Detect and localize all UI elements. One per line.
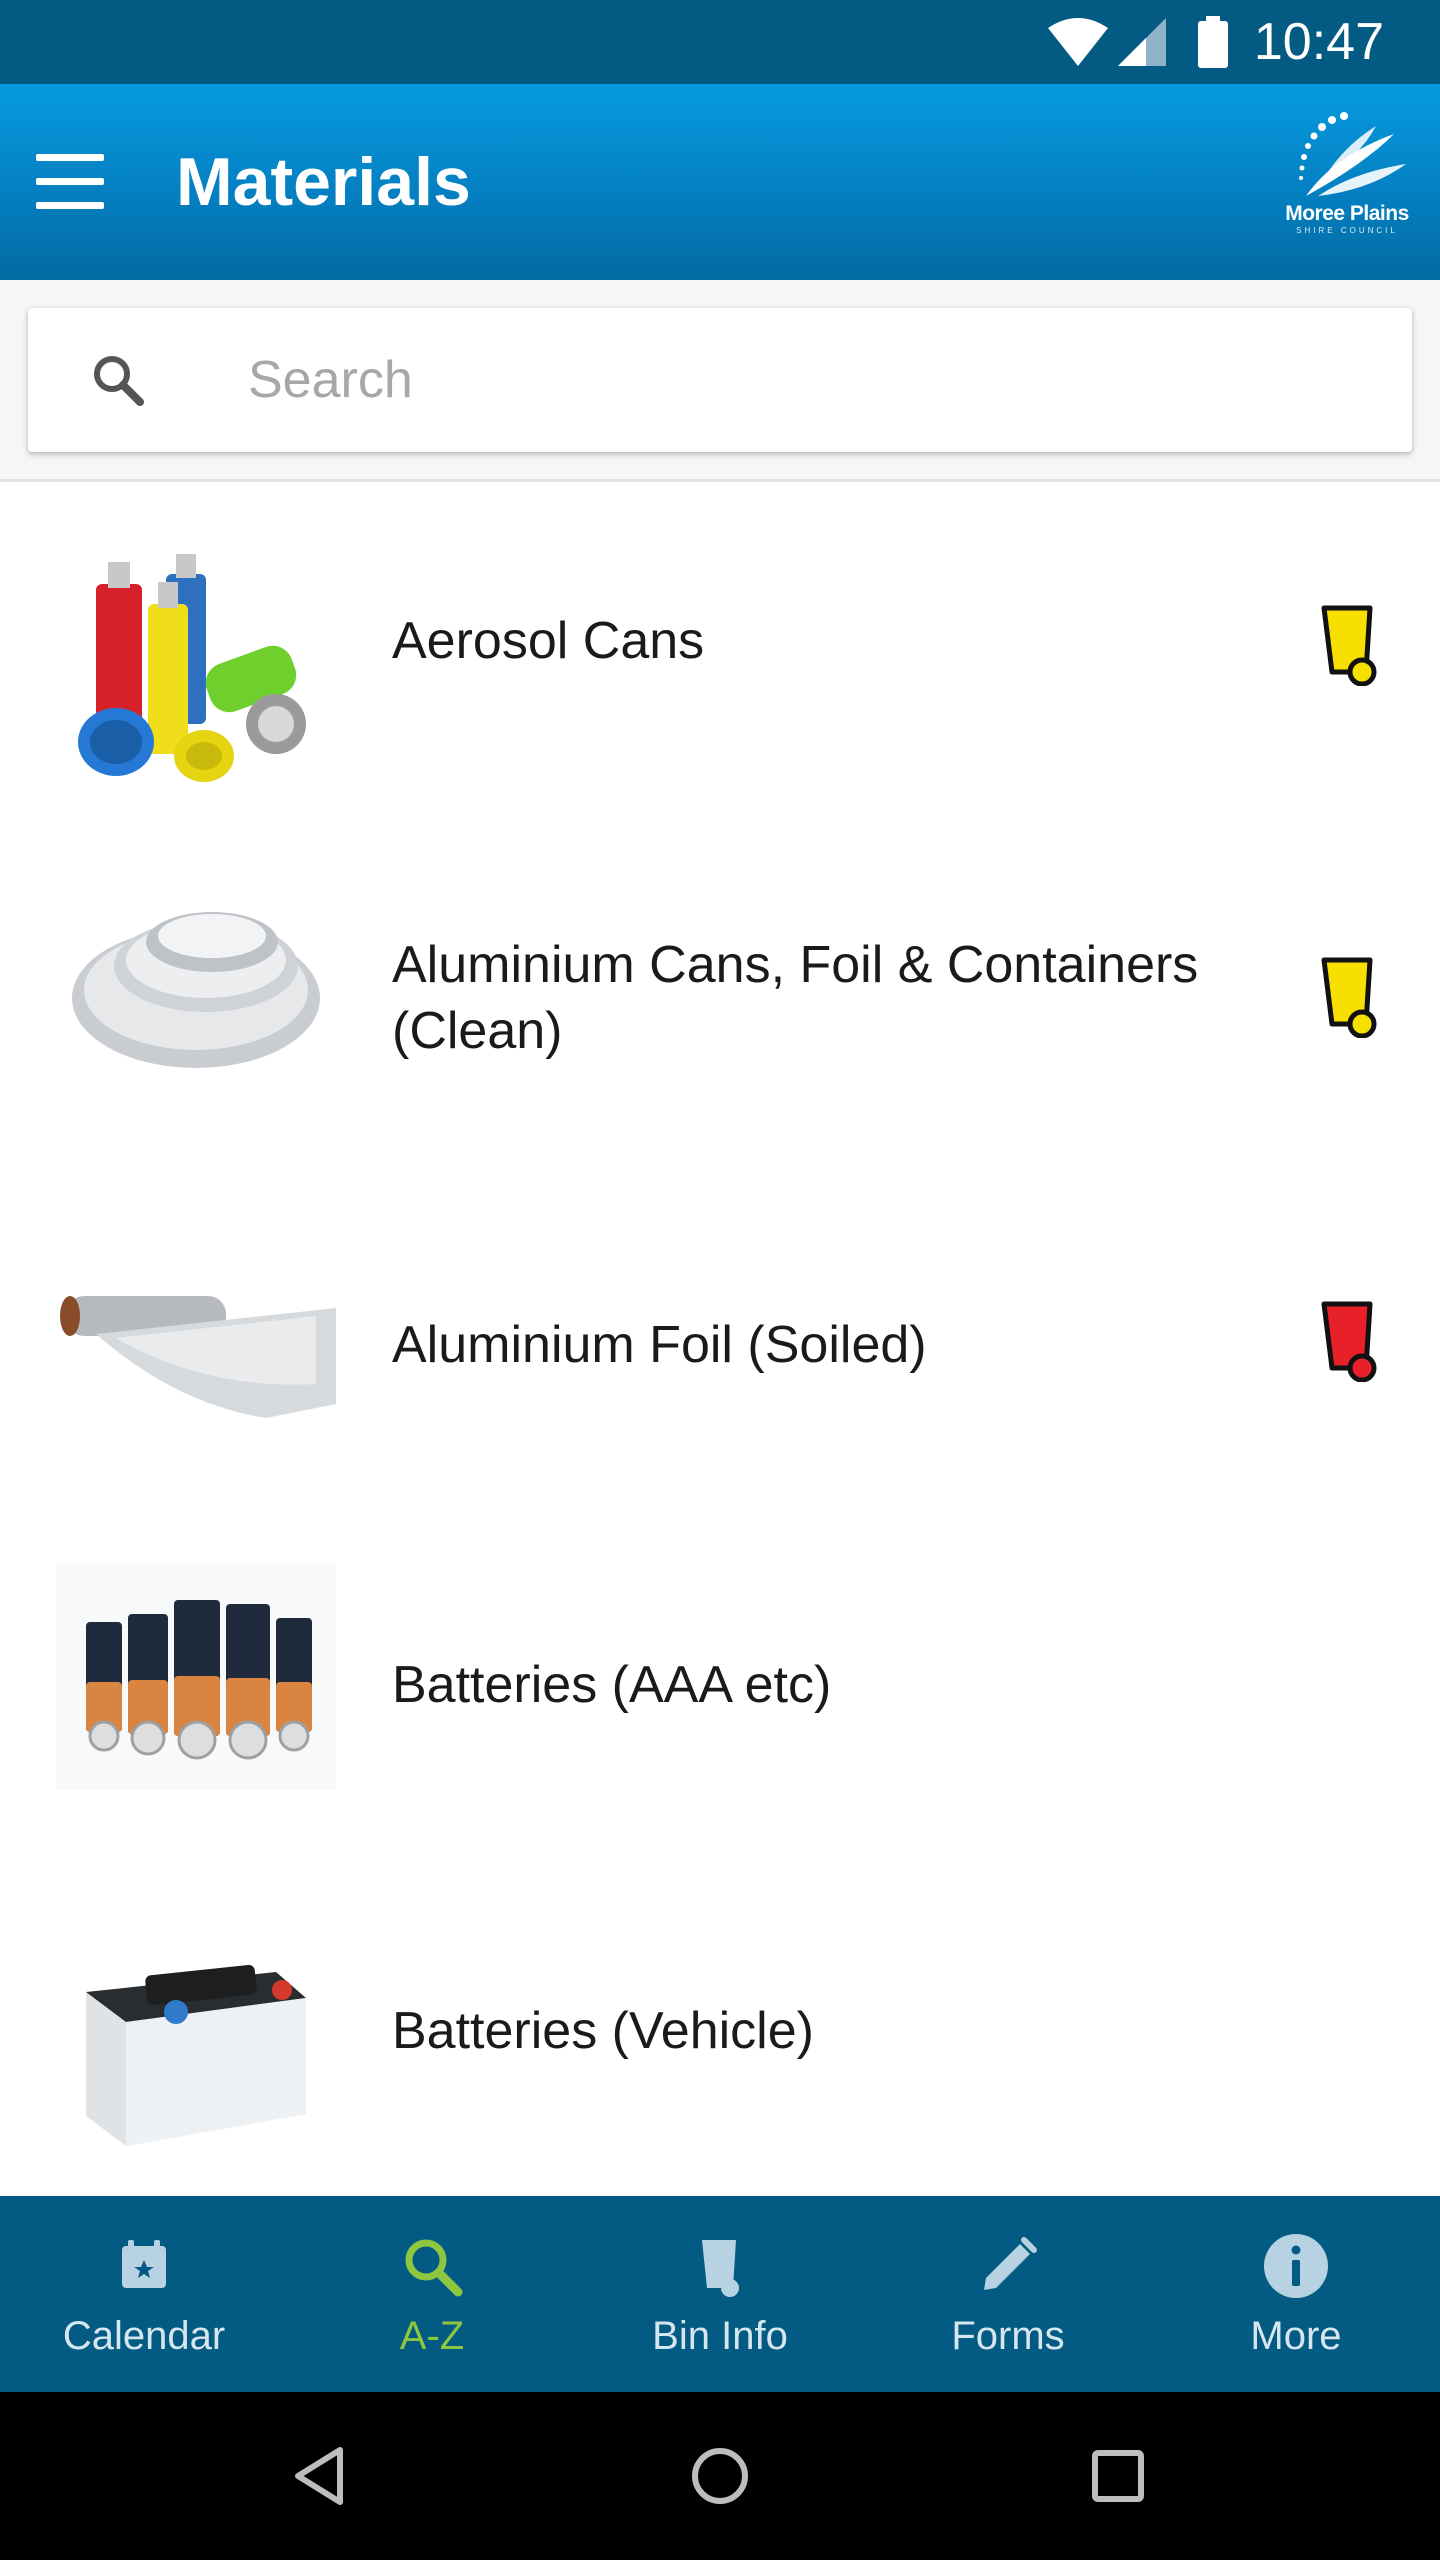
nav-label: More bbox=[1250, 2314, 1342, 2358]
search-area bbox=[0, 280, 1440, 482]
batteries-aaa-image bbox=[56, 1564, 336, 1790]
home-icon[interactable] bbox=[680, 2436, 760, 2516]
materials-list[interactable]: Aerosol Cans Aluminium Cans, Foil & Cont… bbox=[0, 484, 1440, 2192]
vehicle-battery-image bbox=[56, 1906, 336, 2156]
list-item[interactable]: Aerosol Cans bbox=[0, 484, 1440, 804]
nav-calendar[interactable]: Calendar bbox=[0, 2196, 288, 2392]
yellow-bin-icon bbox=[1321, 957, 1377, 1038]
search-bar[interactable] bbox=[28, 308, 1412, 452]
app-bar: Materials Moree Plains SHIRE COUNCIL bbox=[0, 84, 1440, 280]
status-time: 10:47 bbox=[1253, 13, 1384, 71]
nav-label: A-Z bbox=[399, 2314, 465, 2358]
search-input[interactable] bbox=[218, 336, 1368, 424]
back-icon[interactable] bbox=[280, 2436, 360, 2516]
list-item[interactable]: Batteries (AAA etc) bbox=[0, 1524, 1440, 1844]
nav-a-z[interactable]: A-Z bbox=[288, 2196, 576, 2392]
list-item[interactable]: Batteries (Vehicle) bbox=[0, 1870, 1440, 2190]
battery-icon bbox=[1197, 16, 1228, 68]
recents-icon[interactable] bbox=[1078, 2436, 1158, 2516]
cell-signal-icon bbox=[1117, 18, 1166, 66]
material-name: Aluminium Cans, Foil & Containers (Clean… bbox=[392, 936, 1199, 1060]
red-bin-icon bbox=[1321, 1301, 1377, 1382]
info-icon bbox=[1264, 2234, 1328, 2298]
status-bar: 10:47 bbox=[0, 0, 1440, 84]
aluminium-foil-image bbox=[56, 1204, 336, 1484]
nav-label: Bin Info bbox=[652, 2314, 788, 2358]
logo-text: Moree Plains bbox=[1285, 202, 1409, 225]
material-name: Aluminium Foil (Soiled) bbox=[392, 1316, 927, 1374]
material-name: Batteries (AAA etc) bbox=[392, 1656, 832, 1714]
system-navigation-bar bbox=[0, 2392, 1440, 2560]
nav-label: Forms bbox=[951, 2314, 1065, 2358]
hamburger-menu-icon[interactable] bbox=[36, 154, 104, 210]
material-name: Batteries (Vehicle) bbox=[392, 2002, 814, 2060]
wifi-icon bbox=[1047, 18, 1108, 66]
nav-more[interactable]: More bbox=[1152, 2196, 1440, 2392]
aluminium-containers-image bbox=[56, 828, 336, 1108]
calendar-icon bbox=[122, 2240, 166, 2288]
nav-bin-info[interactable]: Bin Info bbox=[576, 2196, 864, 2392]
nav-forms[interactable]: Forms bbox=[864, 2196, 1152, 2392]
bottom-navigation: Calendar A-Z Bin Info Forms More bbox=[0, 2196, 1440, 2392]
page-title: Materials bbox=[176, 144, 471, 220]
status-icons: 10:47 bbox=[1046, 0, 1440, 84]
logo-subtext: SHIRE COUNCIL bbox=[1296, 226, 1398, 235]
nav-label: Calendar bbox=[62, 2314, 226, 2358]
search-icon bbox=[94, 356, 144, 406]
list-item[interactable]: Aluminium Cans, Foil & Containers (Clean… bbox=[0, 804, 1440, 1184]
bin-icon bbox=[702, 2240, 739, 2297]
council-logo: Moree Plains SHIRE COUNCIL bbox=[1284, 106, 1410, 236]
pencil-icon bbox=[984, 2237, 1037, 2290]
list-item[interactable]: Aluminium Foil (Soiled) bbox=[0, 1184, 1440, 1504]
material-name: Aerosol Cans bbox=[392, 612, 705, 670]
search-icon bbox=[405, 2239, 463, 2297]
yellow-bin-icon bbox=[1321, 605, 1377, 686]
aerosol-cans-image bbox=[56, 524, 336, 804]
leaf-logo-icon bbox=[1299, 112, 1406, 196]
